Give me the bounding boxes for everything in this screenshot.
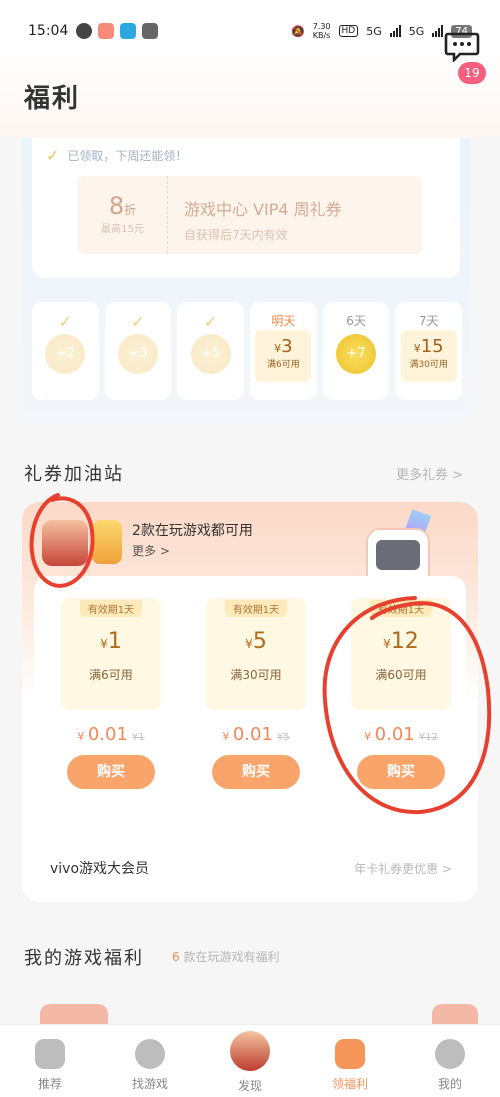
- checkin-day[interactable]: ✓ +5: [177, 302, 245, 400]
- app-notification-icon: [98, 23, 115, 39]
- member-promo-link[interactable]: 年卡礼券更优惠 >: [354, 860, 452, 877]
- station-title: 礼券加油站: [24, 464, 124, 485]
- station-more-link[interactable]: 更多 >: [132, 542, 170, 559]
- status-bar: 15:04 🔕 7.30 KB/s HD 5G 5G 74: [0, 0, 500, 48]
- more-coupons-link[interactable]: 更多礼券 >: [396, 464, 463, 483]
- check-icon: ✓: [131, 312, 145, 331]
- coupon-station: 2款在玩游戏都可用 更多 > 有效期1天 ¥1 满6可用 ¥ 0.01 ¥1 购…: [22, 502, 478, 902]
- welfare-subtitle: 6 款在玩游戏有福利: [172, 950, 280, 964]
- checkin-day[interactable]: 7天 ¥15 满30可用: [395, 302, 463, 400]
- game-card-peek[interactable]: [40, 1004, 108, 1024]
- game-icon[interactable]: [42, 520, 88, 566]
- coupon-discount: 8折: [108, 192, 137, 220]
- check-icon: ✓: [46, 146, 60, 165]
- profile-icon: [435, 1039, 465, 1069]
- nav-recommend[interactable]: 推荐: [0, 1025, 100, 1097]
- nav-discover[interactable]: 发现: [200, 1025, 300, 1097]
- day-label: 明天: [271, 314, 296, 328]
- voucher-card: 有效期1天 ¥1 满6可用 ¥ 0.01 ¥1 购买: [56, 598, 166, 789]
- bottom-nav: 推荐 找游戏 发现 领福利 我的: [0, 1024, 500, 1097]
- check-icon: ✓: [203, 312, 218, 331]
- voucher-card: 有效期1天 ¥5 满30可用 ¥ 0.01 ¥5 购买: [201, 598, 311, 789]
- page-header: 福利: [0, 48, 500, 138]
- voucher-original-price: ¥5: [276, 732, 290, 743]
- weekly-coupon-box: ✓ 已领取，下周还能领！ 8折 最高15元 游戏中心 VIP4 周礼券 自获得后…: [32, 138, 460, 278]
- discover-avatar-icon: [230, 1031, 270, 1071]
- claimed-note: ✓ 已领取，下周还能领！: [46, 146, 188, 165]
- coin-icon: +2: [45, 334, 86, 374]
- gift-icon: [335, 1039, 365, 1069]
- status-time: 15:04: [28, 23, 69, 39]
- signal-label: 5G: [408, 24, 425, 38]
- coin-icon: +7: [336, 334, 377, 374]
- checkin-day[interactable]: ✓ +2: [32, 302, 99, 400]
- day-label: 6天: [346, 314, 366, 328]
- coupon-desc: 自获得后7天内有效: [184, 228, 288, 242]
- gamepad-icon: [35, 1039, 65, 1069]
- coin-icon: +3: [118, 334, 158, 374]
- buy-button[interactable]: 购买: [357, 755, 445, 789]
- signal-label: 5G: [366, 24, 382, 38]
- page-title: 福利: [24, 84, 81, 114]
- vip-member-row[interactable]: vivo游戏大会员 年卡礼券更优惠 >: [34, 836, 466, 896]
- app-notification-icon: [76, 23, 93, 39]
- nav-find-games[interactable]: 找游戏: [100, 1025, 200, 1097]
- voucher-price: ¥ 0.01: [222, 724, 273, 745]
- day-label: 7天: [418, 314, 439, 328]
- welfare-title: 我的游戏福利: [24, 948, 144, 969]
- day-voucher: ¥15 满30可用: [400, 330, 457, 382]
- coupon-name: 游戏中心 VIP4 周礼券: [184, 200, 342, 219]
- signal-icon: [432, 25, 444, 37]
- coupon-cap: 最高15元: [101, 224, 144, 235]
- game-card-peek[interactable]: [432, 1004, 478, 1024]
- member-label: vivo游戏大会员: [50, 861, 150, 877]
- voucher-price: ¥ 0.01: [364, 724, 415, 745]
- checkin-days: ✓ +2 ✓ +3 ✓ +5 明天 ¥3 满6可用 6天 +7 7天 ¥15 满…: [32, 302, 463, 400]
- voucher-validity: 有效期1天: [369, 600, 433, 617]
- message-icon[interactable]: [444, 30, 480, 62]
- checkin-day[interactable]: ✓ +3: [104, 302, 172, 400]
- coin-icon: +5: [190, 334, 231, 374]
- app-notification-icon: [142, 23, 159, 39]
- message-badge: 19: [458, 62, 486, 84]
- voucher-panel: 有效期1天 ¥1 满6可用 ¥ 0.01 ¥1 购买 有效期1天 ¥5 满30可…: [34, 576, 466, 822]
- voucher-amount: ¥12: [383, 629, 419, 654]
- app-notification-icon: [120, 23, 137, 39]
- signal-icon: [389, 25, 401, 37]
- buy-button[interactable]: 购买: [67, 755, 155, 789]
- hd-icon: HD: [338, 25, 359, 37]
- nav-welfare[interactable]: 领福利: [300, 1025, 400, 1097]
- voucher-validity: 有效期1天: [79, 600, 143, 617]
- voucher-condition: 满6可用: [89, 668, 133, 682]
- voucher-condition: 满30可用: [230, 668, 282, 682]
- checkin-day[interactable]: 6天 +7: [322, 302, 390, 400]
- vip-coupon[interactable]: 8折 最高15元 游戏中心 VIP4 周礼券 自获得后7天内有效: [78, 176, 422, 254]
- voucher-amount: ¥1: [100, 629, 122, 654]
- voucher-original-price: ¥1: [131, 732, 145, 743]
- nav-mine[interactable]: 我的: [400, 1025, 500, 1097]
- voucher-amount: ¥5: [245, 629, 267, 654]
- station-message: 2款在玩游戏都可用: [132, 523, 253, 539]
- voucher-original-price: ¥12: [418, 732, 438, 743]
- voucher-card: 有效期1天 ¥12 满60可用 ¥ 0.01 ¥12 购买: [346, 598, 456, 789]
- check-icon: ✓: [58, 312, 73, 331]
- day-voucher: ¥3 满6可用: [255, 330, 312, 382]
- voucher-condition: 满60可用: [375, 668, 427, 682]
- pentagon-icon: [135, 1039, 165, 1069]
- voucher-price: ¥ 0.01: [77, 724, 128, 745]
- voucher-validity: 有效期1天: [224, 600, 288, 617]
- mute-icon: 🔕: [290, 24, 305, 38]
- checkin-card: ✓ 已领取，下周还能领！ 8折 最高15元 游戏中心 VIP4 周礼券 自获得后…: [22, 138, 470, 424]
- checkin-day[interactable]: 明天 ¥3 满6可用: [250, 302, 317, 400]
- net-speed: 7.30 KB/s: [312, 22, 331, 40]
- buy-button[interactable]: 购买: [212, 755, 300, 789]
- game-icon[interactable]: [92, 520, 122, 564]
